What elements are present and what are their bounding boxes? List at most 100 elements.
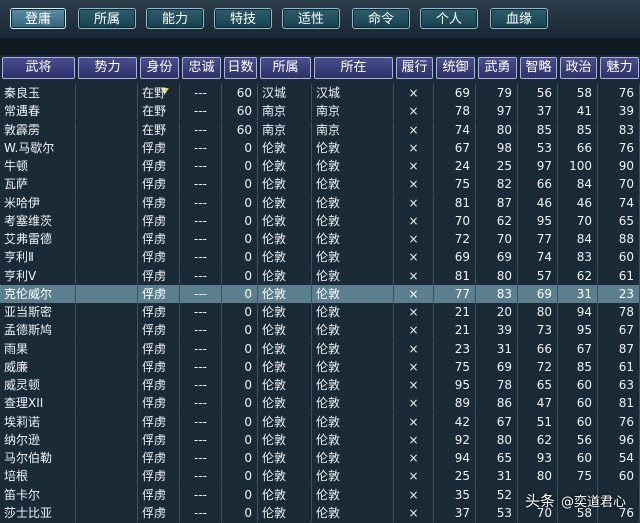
table-cell: 俘虏 bbox=[138, 321, 180, 340]
table-cell: --- bbox=[180, 248, 222, 267]
table-cell: 伦敦 bbox=[312, 376, 394, 394]
table-cell: 亨利Ⅱ bbox=[0, 248, 76, 267]
table-cell bbox=[76, 321, 138, 340]
table-cell: --- bbox=[180, 120, 222, 139]
table-row[interactable]: 纳尔逊 俘虏 --- 0 伦敦 伦敦 × 92 80 62 56 96 bbox=[0, 430, 640, 449]
table-cell: 70 bbox=[476, 230, 518, 248]
table-row[interactable]: 马尔伯勒 俘虏 --- 0 伦敦 伦敦 × 94 65 93 60 54 bbox=[0, 449, 640, 467]
table-cell: 伦敦 bbox=[312, 284, 394, 303]
table-cell: 伦敦 bbox=[258, 138, 312, 157]
table-cell bbox=[76, 138, 138, 157]
tab-6[interactable]: 命令 bbox=[352, 8, 410, 29]
table-cell: 23 bbox=[598, 284, 640, 303]
column-header-1[interactable]: 武将 bbox=[2, 57, 75, 79]
column-header-5[interactable]: 日数 bbox=[224, 57, 257, 79]
table-cell: × bbox=[394, 157, 434, 175]
table-cell: 60 bbox=[222, 102, 258, 121]
table-cell: 伦敦 bbox=[258, 248, 312, 267]
table-cell: 60 bbox=[558, 394, 598, 413]
table-row[interactable]: 孟德斯鸠 俘虏 --- 0 伦敦 伦敦 × 21 39 73 95 67 bbox=[0, 321, 640, 340]
table-row[interactable]: 考塞维茨 俘虏 --- 0 伦敦 伦敦 × 70 62 95 70 65 bbox=[0, 211, 640, 230]
table-row[interactable]: 亨利Ⅴ 俘虏 --- 0 伦敦 伦敦 × 81 80 57 62 61 bbox=[0, 266, 640, 285]
tab-5[interactable]: 适性 bbox=[282, 8, 340, 29]
table-cell: 亨利Ⅴ bbox=[0, 266, 76, 285]
table-cell: --- bbox=[180, 430, 222, 449]
table-cell bbox=[76, 193, 138, 212]
column-header-13[interactable]: 魅力 bbox=[600, 57, 639, 79]
table-row[interactable]: 雨果 俘虏 --- 0 伦敦 伦敦 × 23 31 66 67 87 bbox=[0, 339, 640, 358]
table-cell: 65 bbox=[476, 449, 518, 467]
table-cell: × bbox=[394, 394, 434, 413]
table-cell: 伦敦 bbox=[312, 175, 394, 194]
table-row[interactable]: 查理XII 俘虏 --- 0 伦敦 伦敦 × 89 86 47 60 81 bbox=[0, 394, 640, 413]
tab-7[interactable]: 个人 bbox=[420, 8, 478, 29]
column-header-3[interactable]: 身份 bbox=[140, 57, 179, 79]
table-row[interactable]: 克伦威尔 俘虏 --- 0 伦敦 伦敦 × 77 83 69 31 23 bbox=[0, 284, 640, 303]
table-row[interactable]: 米哈伊 俘虏 --- 0 伦敦 伦敦 × 81 87 46 46 74 bbox=[0, 193, 640, 212]
table-cell: 0 bbox=[222, 303, 258, 321]
column-header-2[interactable]: 势力 bbox=[78, 57, 137, 79]
table-row[interactable]: 敦霹雳 在野 --- 60 南京 南京 × 74 80 85 85 83 bbox=[0, 120, 640, 139]
table-row[interactable]: 瓦萨 俘虏 --- 0 伦敦 伦敦 × 75 82 66 84 70 bbox=[0, 175, 640, 194]
tab-2[interactable]: 所属 bbox=[78, 8, 136, 29]
watermark-handle: @奕道君心 bbox=[560, 495, 626, 510]
table-cell: 孟德斯鸠 bbox=[0, 321, 76, 340]
table-cell: 81 bbox=[434, 193, 476, 212]
table-cell: 俘虏 bbox=[138, 157, 180, 175]
table-cell: 0 bbox=[222, 138, 258, 157]
column-header-8[interactable]: 履行 bbox=[396, 57, 433, 79]
table-cell: 俘虏 bbox=[138, 339, 180, 358]
tab-8[interactable]: 血缘 bbox=[490, 8, 548, 29]
table-row[interactable]: W.马歇尔 俘虏 --- 0 伦敦 伦敦 × 67 98 53 66 76 bbox=[0, 138, 640, 157]
column-header-7[interactable]: 所在 bbox=[314, 57, 393, 79]
column-header-9[interactable]: 统御 bbox=[436, 57, 475, 79]
column-header-12[interactable]: 政治 bbox=[560, 57, 597, 79]
table-cell: 100 bbox=[558, 157, 598, 175]
table-row[interactable]: 亨利Ⅱ 俘虏 --- 0 伦敦 伦敦 × 69 69 74 83 60 bbox=[0, 248, 640, 267]
column-header-6[interactable]: 所属 bbox=[260, 57, 311, 79]
table-cell: --- bbox=[180, 230, 222, 248]
table-cell: 75 bbox=[434, 175, 476, 194]
column-header-4[interactable]: 忠诚 bbox=[182, 57, 221, 79]
table-row[interactable]: 威廉 俘虏 --- 0 伦敦 伦敦 × 75 69 72 85 61 bbox=[0, 357, 640, 376]
table-cell: 94 bbox=[558, 303, 598, 321]
table-cell: × bbox=[394, 376, 434, 394]
table-cell: 南京 bbox=[312, 120, 394, 139]
tab-1[interactable]: 登庸 bbox=[10, 8, 66, 29]
table-cell: 0 bbox=[222, 430, 258, 449]
table-cell: 秦良玉 bbox=[0, 84, 76, 102]
table-cell: 46 bbox=[518, 193, 558, 212]
table-cell: 62 bbox=[558, 266, 598, 285]
tab-bar: 登庸 所属 能力 特技 适性 命令 个人 血缘 bbox=[0, 0, 640, 38]
table-cell: 66 bbox=[518, 175, 558, 194]
table-row[interactable]: 培根 俘虏 --- 0 伦敦 伦敦 × 25 31 80 75 60 bbox=[0, 467, 640, 486]
table-cell: 0 bbox=[222, 266, 258, 285]
table-cell: 80 bbox=[476, 120, 518, 139]
table-row[interactable]: 牛顿 俘虏 --- 0 伦敦 伦敦 × 24 25 97 100 90 bbox=[0, 157, 640, 175]
table-row[interactable]: 秦良玉 在野 --- 60 汉城 汉城 × 69 79 56 58 76 bbox=[0, 84, 640, 102]
table-cell: 69 bbox=[476, 248, 518, 267]
column-header-10[interactable]: 武勇 bbox=[478, 57, 517, 79]
tab-4[interactable]: 特技 bbox=[214, 8, 272, 29]
table-row[interactable]: 亚当斯密 俘虏 --- 0 伦敦 伦敦 × 21 20 80 94 78 bbox=[0, 303, 640, 321]
table-row[interactable]: 埃莉诺 俘虏 --- 0 伦敦 伦敦 × 42 67 51 60 76 bbox=[0, 412, 640, 431]
table-cell: 0 bbox=[222, 376, 258, 394]
table-cell: 85 bbox=[558, 357, 598, 376]
table-cell: 89 bbox=[434, 394, 476, 413]
tab-3[interactable]: 能力 bbox=[146, 8, 204, 29]
table-cell: × bbox=[394, 485, 434, 504]
table-cell: 伦敦 bbox=[312, 138, 394, 157]
table-cell: 雨果 bbox=[0, 339, 76, 358]
table-cell: --- bbox=[180, 157, 222, 175]
table-row[interactable]: 常遇春 在野 --- 60 南京 南京 × 78 97 37 41 39 bbox=[0, 102, 640, 121]
table-row[interactable]: 威灵顿 俘虏 --- 0 伦敦 伦敦 × 95 78 65 60 63 bbox=[0, 376, 640, 394]
table-row[interactable]: 艾弗雷德 俘虏 --- 0 伦敦 伦敦 × 72 70 77 84 88 bbox=[0, 230, 640, 248]
table-cell: 俘虏 bbox=[138, 412, 180, 431]
table-cell: 93 bbox=[518, 449, 558, 467]
table-cell: 艾弗雷德 bbox=[0, 230, 76, 248]
column-header-11[interactable]: 智略 bbox=[520, 57, 557, 79]
table-cell: 俘虏 bbox=[138, 503, 180, 522]
table-cell: 79 bbox=[476, 84, 518, 102]
table-cell: 53 bbox=[518, 138, 558, 157]
table-cell: 俘虏 bbox=[138, 138, 180, 157]
